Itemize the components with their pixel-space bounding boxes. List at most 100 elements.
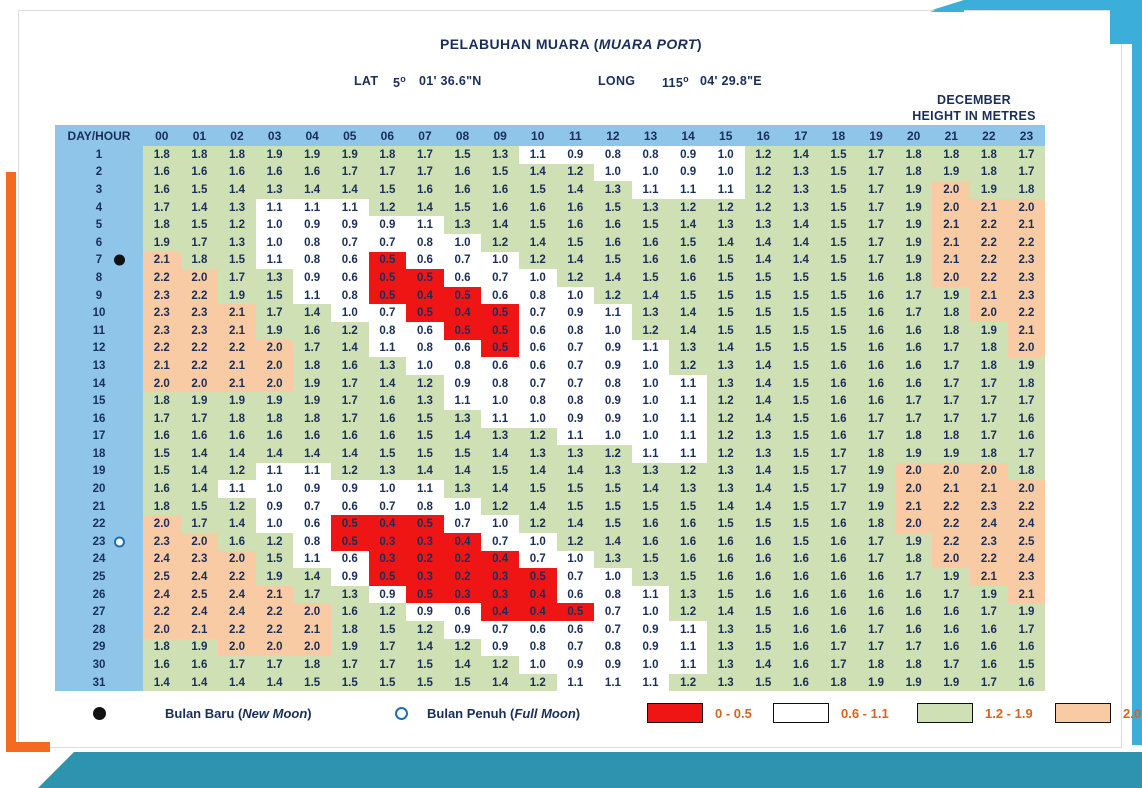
- tide-cell: 1.4: [594, 533, 632, 551]
- tide-cell: 1.1: [255, 198, 294, 217]
- tide-cell: 1.7: [857, 621, 895, 639]
- tide-cell: 1.6: [556, 216, 595, 234]
- tide-cell: 0.9: [443, 621, 482, 639]
- tide-cell: 1.7: [330, 409, 369, 428]
- tide-cell: 1.9: [894, 445, 933, 463]
- tide-cell: 1.1: [669, 392, 707, 410]
- tide-cell: 1.1: [669, 409, 707, 428]
- tide-cell: 2.1: [143, 251, 181, 270]
- tide-cell: 1.7: [1007, 621, 1046, 639]
- tide-cell: 1.5: [706, 321, 745, 340]
- tide-cell: 1.4: [744, 480, 783, 498]
- tide-cell: 1.4: [518, 497, 557, 516]
- tide-cell: 0.4: [443, 533, 482, 551]
- tide-cell: 1.5: [631, 216, 670, 234]
- tide-cell: 1.3: [782, 198, 820, 217]
- day-number: 30: [92, 659, 106, 672]
- tide-cell: 2.0: [293, 638, 331, 657]
- tide-cell: 2.0: [218, 550, 256, 569]
- tide-cell: 1.9: [293, 146, 331, 164]
- tide-cell: 1.1: [631, 445, 670, 463]
- tide-cell: 1.1: [255, 462, 294, 481]
- day-number: 26: [92, 588, 106, 601]
- frame-right-bar: [1132, 40, 1142, 745]
- tide-cell: 1.4: [180, 673, 219, 692]
- tide-cell: 1.3: [706, 374, 745, 393]
- tide-cell: 1.5: [669, 497, 707, 516]
- tide-cell: 1.0: [594, 321, 632, 340]
- full-moon-local: Bulan Penuh (: [427, 705, 515, 721]
- tide-cell: 0.4: [518, 603, 557, 622]
- tide-cell: 1.6: [819, 568, 858, 586]
- tide-cell: 1.6: [894, 374, 933, 393]
- tide-cell: 1.1: [406, 480, 444, 498]
- tide-cell: 1.8: [218, 409, 256, 428]
- tide-cell: 1.6: [782, 673, 820, 692]
- tide-cell: 1.4: [255, 445, 294, 463]
- tide-cell: 0.8: [556, 321, 595, 340]
- tide-cell: 1.0: [518, 533, 557, 551]
- legend-swatch-green: [917, 700, 973, 726]
- tide-cell: 2.2: [1007, 304, 1046, 322]
- tide-cell: 1.5: [406, 673, 444, 692]
- header-hour-10: 10: [518, 125, 557, 146]
- tide-cell: 1.7: [894, 392, 933, 410]
- day-cell-27: 27: [55, 603, 143, 622]
- tide-cell: 1.6: [782, 568, 820, 586]
- tide-cell: 1.6: [932, 638, 971, 657]
- tide-cell: 2.0: [1007, 198, 1046, 217]
- day-cell-26: 26: [55, 585, 143, 604]
- tide-cell: 1.2: [556, 163, 595, 182]
- tide-cell: 0.8: [631, 146, 670, 164]
- tide-cell: 1.2: [669, 603, 707, 622]
- tide-cell: 1.5: [782, 515, 820, 534]
- tide-cell: 0.6: [330, 251, 369, 270]
- swatch-green-icon: [917, 703, 973, 723]
- tide-cell: 1.6: [819, 357, 858, 375]
- tide-cell: 1.8: [857, 445, 895, 463]
- tide-cell: 1.4: [594, 269, 632, 287]
- tide-cell: 1.6: [481, 198, 519, 217]
- tide-cell: 1.7: [330, 392, 369, 410]
- tide-cell: 1.5: [556, 480, 595, 498]
- tide-cell: 1.7: [293, 339, 331, 358]
- tide-cell: 0.6: [330, 269, 369, 287]
- tide-cell: 1.4: [518, 462, 557, 481]
- tide-cell: 1.2: [631, 321, 670, 340]
- tide-cell: 0.4: [481, 550, 519, 569]
- tide-cell: 1.3: [744, 427, 783, 446]
- tide-cell: 1.4: [744, 656, 783, 674]
- tide-cell: 2.1: [1007, 321, 1046, 340]
- table-row: 30 1.6 1.6 1.7 1.7 1.8 1.7 1.7 1.5 1.4 1.2 1.0 0.9 0.…: [55, 656, 1046, 674]
- header-hour-07: 07: [406, 125, 444, 146]
- tide-cell: 1.4: [744, 392, 783, 410]
- tide-cell: 0.6: [481, 286, 519, 305]
- day-cell-30: 30: [55, 656, 143, 674]
- tide-cell: 1.4: [406, 638, 444, 657]
- tide-cell: 1.6: [782, 550, 820, 569]
- tide-cell: 1.4: [744, 409, 783, 428]
- tide-cell: 1.3: [594, 462, 632, 481]
- full-moon-english: Full Moon: [514, 705, 576, 721]
- tide-cell: 1.6: [857, 357, 895, 375]
- tide-cell: 1.7: [330, 656, 369, 674]
- tide-cell: 1.3: [518, 445, 557, 463]
- header-hour-08: 08: [443, 125, 482, 146]
- tide-cell: 1.4: [330, 339, 369, 358]
- legend-swatch-peach: [1055, 700, 1111, 726]
- header-hour-18: 18: [819, 125, 858, 146]
- tide-cell: 1.5: [368, 445, 407, 463]
- tide-cell: 1.1: [669, 656, 707, 674]
- tide-cell: 1.5: [368, 673, 407, 692]
- tide-cell: 0.8: [594, 638, 632, 657]
- tide-cell: 1.3: [255, 269, 294, 287]
- tide-cell: 1.4: [782, 216, 820, 234]
- tide-cell: 1.4: [706, 339, 745, 358]
- table-row: 21 1.8 1.5 1.2 0.9 0.7 0.6 0.7 0.8 1.0 1.2 1.4 1.5 1.…: [55, 497, 1046, 516]
- tide-cell: 2.1: [970, 198, 1008, 217]
- day-number: 28: [92, 623, 106, 636]
- tide-cell: 0.9: [594, 409, 632, 428]
- swatch-white-icon: [773, 703, 829, 723]
- table-row: 2 1.6 1.6 1.6 1.6 1.6 1.7 1.7 1.7 1.6 1.5 1.4 1.2 1.0…: [55, 163, 1046, 182]
- tide-cell: 2.2: [970, 251, 1008, 270]
